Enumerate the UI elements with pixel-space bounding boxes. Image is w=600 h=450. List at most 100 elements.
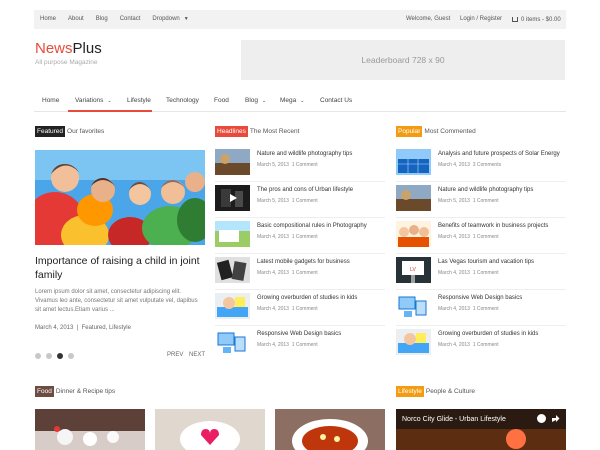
list-item[interactable]: Benefits of teamwork in business project… bbox=[396, 221, 566, 254]
slider-dot-active[interactable] bbox=[57, 353, 63, 359]
thumbnail bbox=[215, 221, 250, 247]
nav-contact-us[interactable]: Contact Us bbox=[320, 97, 352, 104]
list-item-title: Growing overburden of studies in kids bbox=[257, 295, 358, 301]
top-link-dropdown-label: Dropdown bbox=[152, 16, 180, 22]
thumbnail bbox=[215, 257, 250, 283]
svg-text:LV: LV bbox=[410, 267, 416, 273]
video-title[interactable]: Norco City Glide - Urban Lifestyle bbox=[402, 416, 506, 423]
list-item[interactable]: Growing overburden of studies in kids Ma… bbox=[396, 329, 566, 362]
list-item-title: The pros and cons of Urban lifestyle bbox=[257, 187, 354, 193]
lifestyle-video[interactable]: Norco City Glide - Urban Lifestyle bbox=[396, 409, 566, 450]
food-heading: Food Dinner & Recipe tips bbox=[35, 386, 115, 397]
main-nav: Home Variations ⌄ Lifestyle Technology Fo… bbox=[34, 91, 566, 112]
food-card[interactable] bbox=[275, 409, 385, 450]
thumbnail bbox=[396, 149, 431, 175]
nav-technology[interactable]: Technology bbox=[166, 97, 199, 104]
list-item-title: Benefits of teamwork in business project… bbox=[438, 223, 549, 229]
thumbnail bbox=[396, 293, 431, 319]
thumbnail bbox=[215, 329, 250, 355]
list-item-title: Responsive Web Design basics bbox=[438, 295, 523, 301]
share-icon[interactable] bbox=[551, 414, 560, 423]
list-item-title: Analysis and future prospects of Solar E… bbox=[438, 151, 560, 157]
featured-title[interactable]: Importance of raising a child in joint f… bbox=[35, 254, 205, 282]
lifestyle-tag: Lifestyle bbox=[396, 386, 424, 397]
headlines-tag: Headlines bbox=[215, 126, 248, 137]
list-item-title: Basic compositional rules in Photography bbox=[257, 223, 367, 229]
list-item[interactable]: Nature and wildlife photography tips Mar… bbox=[215, 149, 385, 182]
top-link-home[interactable]: Home bbox=[40, 16, 56, 22]
featured-heading: Featured Our favorites bbox=[35, 126, 104, 137]
nav-blog[interactable]: Blog ⌄ bbox=[245, 97, 266, 104]
headlines-heading: Headlines The Most Recent bbox=[215, 126, 299, 137]
thumbnail bbox=[396, 185, 431, 211]
list-item[interactable]: The pros and cons of Urban lifestyle Mar… bbox=[215, 185, 385, 218]
list-item[interactable]: Nature and wildlife photography tips Mar… bbox=[396, 185, 566, 218]
cart-link[interactable]: 0 items - $0.00 bbox=[512, 16, 561, 23]
logo-news: News bbox=[35, 40, 73, 57]
featured-subheading: Our favorites bbox=[67, 128, 105, 135]
featured-image[interactable] bbox=[35, 150, 205, 245]
thumbnail: LV bbox=[396, 257, 431, 283]
site-logo[interactable]: NewsPlus bbox=[35, 40, 102, 57]
top-link-contact[interactable]: Contact bbox=[120, 16, 141, 22]
nav-blog-label: Blog bbox=[245, 97, 259, 104]
slider-prev-button[interactable]: PREV bbox=[167, 352, 183, 358]
featured-excerpt: Lorem ipsum dolor sit amet, consectetur … bbox=[35, 289, 198, 313]
food-tag: Food bbox=[35, 386, 54, 397]
slider-dot[interactable] bbox=[68, 353, 74, 359]
list-item[interactable]: Analysis and future prospects of Solar E… bbox=[396, 149, 566, 182]
thumbnail bbox=[215, 293, 250, 319]
thumbnail bbox=[396, 221, 431, 247]
slider-dot[interactable] bbox=[46, 353, 52, 359]
list-item[interactable]: Responsive Web Design basics March 4, 20… bbox=[396, 293, 566, 326]
nav-lifestyle[interactable]: Lifestyle bbox=[127, 97, 151, 104]
clock-icon[interactable] bbox=[537, 414, 546, 423]
food-card[interactable] bbox=[155, 409, 265, 450]
list-item[interactable]: Growing overburden of studies in kids Ma… bbox=[215, 293, 385, 326]
slider-dot[interactable] bbox=[35, 353, 41, 359]
list-item[interactable]: Responsive Web Design basics March 4, 20… bbox=[215, 329, 385, 362]
food-photo bbox=[155, 409, 265, 450]
list-item-title: Growing overburden of studies in kids bbox=[438, 331, 539, 337]
slider-next-button[interactable]: NEXT bbox=[189, 352, 205, 358]
kids-photo bbox=[35, 150, 205, 245]
caret-down-icon: ▼ bbox=[183, 16, 189, 22]
chevron-down-icon: ⌄ bbox=[300, 98, 305, 104]
list-item-meta: March 4, 2013 1 Comment bbox=[257, 306, 318, 312]
chevron-down-icon: ⌄ bbox=[262, 98, 267, 104]
nav-home[interactable]: Home bbox=[42, 97, 59, 104]
nav-mega[interactable]: Mega ⌄ bbox=[280, 97, 304, 104]
list-item-title: Nature and wildlife photography tips bbox=[438, 187, 534, 193]
popular-heading: Popular Most Commented bbox=[396, 126, 476, 137]
top-link-blog[interactable]: Blog bbox=[96, 16, 108, 22]
login-register-link[interactable]: Login / Register bbox=[460, 16, 502, 22]
list-item[interactable]: LV Las Vegas tourism and vacation tips M… bbox=[396, 257, 566, 290]
slider-dots bbox=[35, 353, 74, 359]
top-bar: Home About Blog Contact Dropdown ▼ Welcom… bbox=[34, 10, 566, 29]
headlines-subheading: The Most Recent bbox=[249, 128, 300, 135]
top-link-dropdown[interactable]: Dropdown ▼ bbox=[152, 16, 188, 22]
list-item-meta: March 5, 2013 1 Comment bbox=[257, 198, 318, 204]
food-photo bbox=[35, 409, 145, 450]
nav-food[interactable]: Food bbox=[214, 97, 229, 104]
list-item[interactable]: Basic compositional rules in Photography… bbox=[215, 221, 385, 254]
top-link-about[interactable]: About bbox=[68, 16, 84, 22]
featured-categories[interactable]: Featured, Lifestyle bbox=[82, 325, 131, 331]
cart-summary: 0 items - $0.00 bbox=[521, 17, 561, 23]
featured-date: March 4, 2013 bbox=[35, 325, 74, 331]
video-controls bbox=[537, 414, 560, 423]
food-card[interactable] bbox=[35, 409, 145, 450]
list-item-title: Nature and wildlife photography tips bbox=[257, 151, 353, 157]
logo-plus: Plus bbox=[72, 40, 102, 57]
list-item[interactable]: Latest mobile gadgets for business March… bbox=[215, 257, 385, 290]
featured-tag: Featured bbox=[35, 126, 66, 137]
thumbnail bbox=[396, 329, 431, 355]
list-item-meta: March 4, 2013 1 Comment bbox=[257, 234, 318, 240]
nav-active-indicator bbox=[68, 110, 152, 112]
food-subheading: Dinner & Recipe tips bbox=[55, 388, 116, 395]
leaderboard-ad[interactable]: Leaderboard 728 x 90 bbox=[241, 40, 565, 80]
nav-variations[interactable]: Variations ⌄ bbox=[75, 97, 112, 104]
list-item-meta: March 5, 2013 1 Comment bbox=[257, 162, 318, 168]
list-item-title: Responsive Web Design basics bbox=[257, 331, 342, 337]
nav-mega-label: Mega bbox=[280, 97, 297, 104]
